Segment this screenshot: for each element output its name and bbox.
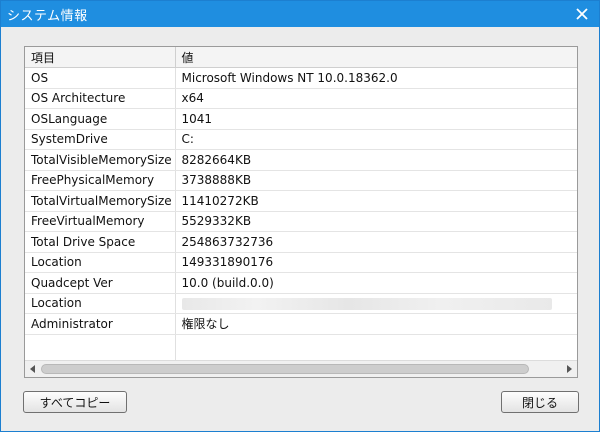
row-value: C: xyxy=(175,129,577,150)
table-row[interactable]: TotalVirtualMemorySize 11410272KB xyxy=(25,190,577,212)
row-key: Location xyxy=(25,293,176,314)
row-key: OS xyxy=(25,67,176,89)
row-value: Microsoft Windows NT 10.0.18362.0 xyxy=(175,67,577,89)
row-value: x64 xyxy=(175,88,577,109)
info-table: 項目 値 OS Microsoft Windows NT 10.0.18362.0… xyxy=(25,47,577,364)
table-row[interactable]: Location 149331890176 xyxy=(25,252,577,273)
row-key: Administrator xyxy=(25,313,176,335)
table-row[interactable]: OS Microsoft Windows NT 10.0.18362.0 xyxy=(25,67,577,89)
row-value: 10.0 (build.0.0) xyxy=(175,272,577,294)
row-key: FreePhysicalMemory xyxy=(25,170,176,191)
column-header-item[interactable]: 項目 xyxy=(25,47,176,68)
table-row[interactable]: Administrator 権限なし xyxy=(25,313,577,335)
close-button[interactable]: 閉じる xyxy=(501,391,579,413)
table-row[interactable]: Location xyxy=(25,293,577,314)
row-key: FreeVirtualMemory xyxy=(25,211,176,232)
scrollbar-thumb[interactable] xyxy=(41,364,529,374)
row-value: 1041 xyxy=(175,108,577,130)
row-value: 権限なし xyxy=(175,313,577,335)
row-value-redacted xyxy=(175,293,577,314)
close-icon[interactable] xyxy=(573,5,591,23)
column-header-value[interactable]: 値 xyxy=(175,47,577,68)
row-key: TotalVirtualMemorySize xyxy=(25,190,176,212)
row-value: 5529332KB xyxy=(175,211,577,232)
redacted-value xyxy=(181,297,552,310)
table-row[interactable]: OS Architecture x64 xyxy=(25,88,577,109)
row-key: TotalVisibleMemorySize xyxy=(25,149,176,171)
row-value: 254863732736 xyxy=(175,231,577,253)
row-value: 8282664KB xyxy=(175,149,577,171)
row-value: 149331890176 xyxy=(175,252,577,273)
copy-all-button[interactable]: すべてコピー xyxy=(23,391,127,413)
table-header-row: 項目 値 xyxy=(25,47,577,68)
table-row[interactable]: Quadcept Ver 10.0 (build.0.0) xyxy=(25,272,577,294)
row-key: SystemDrive xyxy=(25,129,176,150)
table-row[interactable]: Total Drive Space 254863732736 xyxy=(25,231,577,253)
info-grid[interactable]: 項目 値 OS Microsoft Windows NT 10.0.18362.0… xyxy=(24,46,578,378)
table-row[interactable]: OSLanguage 1041 xyxy=(25,108,577,130)
title-bar: システム情報 xyxy=(1,1,599,27)
table-row[interactable]: FreePhysicalMemory 3738888KB xyxy=(25,170,577,191)
horizontal-scrollbar[interactable] xyxy=(25,360,577,377)
scroll-left-icon[interactable] xyxy=(28,364,38,374)
window-title: システム情報 xyxy=(7,8,88,24)
row-key: Quadcept Ver xyxy=(25,272,176,294)
table-row[interactable]: SystemDrive C: xyxy=(25,129,577,150)
row-key: Location xyxy=(25,252,176,273)
row-key: Total Drive Space xyxy=(25,231,176,253)
row-key: OSLanguage xyxy=(25,108,176,130)
row-value: 11410272KB xyxy=(175,190,577,212)
row-value: 3738888KB xyxy=(175,170,577,191)
row-key: OS Architecture xyxy=(25,88,176,109)
table-row[interactable]: FreeVirtualMemory 5529332KB xyxy=(25,211,577,232)
system-info-dialog: システム情報 項目 値 OS Microsoft Windows NT 10.0.… xyxy=(0,0,600,432)
table-row[interactable]: TotalVisibleMemorySize 8282664KB xyxy=(25,149,577,171)
scroll-right-icon[interactable] xyxy=(564,364,574,374)
